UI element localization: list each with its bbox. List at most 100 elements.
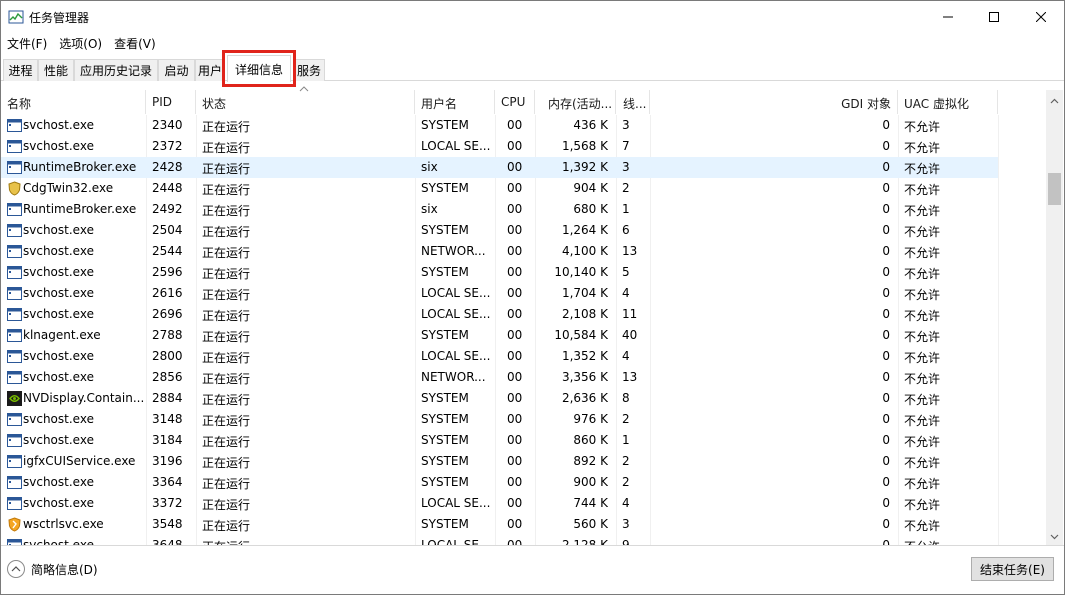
cell-cpu: 00 [507, 496, 523, 510]
table-row[interactable]: igfxCUIService.exe 3196 正在运行 SYSTEM 00 892 K 2… [1, 451, 998, 472]
cell-status: 正在运行 [202, 498, 251, 512]
minimize-button[interactable] [925, 1, 971, 33]
cell-user: SYSTEM [421, 454, 469, 468]
column-header-threads[interactable]: 线... [616, 90, 650, 114]
cell-user: six [421, 160, 438, 174]
tab-users[interactable]: 用户 [195, 59, 225, 81]
cell-uac: 不允许 [904, 120, 941, 134]
cell-uac: 不允许 [904, 288, 941, 302]
column-header-cpu[interactable]: CPU [495, 90, 535, 114]
table-row[interactable]: svchost.exe 2504 正在运行 SYSTEM 00 1,264 K 6 0 不允许 [1, 220, 998, 241]
table-row[interactable]: svchost.exe 2616 正在运行 LOCAL SE... 00 1,704 K 4… [1, 283, 998, 304]
table-row[interactable]: RuntimeBroker.exe 2492 正在运行 six 00 680 K 1 0 不允许 [1, 199, 998, 220]
column-header-gdi-objects[interactable]: GDI 对象 [650, 90, 898, 114]
cell-pid: 2616 [152, 286, 183, 300]
cell-uac: 不允许 [904, 456, 941, 470]
scrollbar-thumb[interactable] [1048, 173, 1061, 205]
cell-uac: 不允许 [904, 183, 941, 197]
cell-pid: 2544 [152, 244, 183, 258]
table-row[interactable]: RuntimeBroker.exe 2428 正在运行 six 00 1,392 K 3 0不… [1, 157, 998, 178]
cell-name: svchost.exe [23, 538, 94, 545]
cell-user: SYSTEM [421, 328, 469, 342]
service-window-icon [7, 223, 22, 238]
end-task-button[interactable]: 结束任务(E) [971, 557, 1054, 581]
cell-gdi: 0 [882, 496, 890, 510]
cell-pid: 2884 [152, 391, 183, 405]
cell-name: svchost.exe [23, 244, 94, 258]
cell-mem: 900 K [573, 475, 608, 489]
maximize-button[interactable] [971, 1, 1017, 33]
tab-startup[interactable]: 启动 [158, 59, 195, 81]
column-header-name[interactable]: 名称 [1, 90, 146, 114]
highlight-annotation-box [222, 50, 296, 87]
cell-gdi: 0 [882, 412, 890, 426]
table-row[interactable]: svchost.exe 3184 正在运行 SYSTEM 00 860 K 1 0 不允许 [1, 430, 998, 451]
table-row[interactable]: svchost.exe 3372 正在运行 LOCAL SE... 00 744 K 4 0不… [1, 493, 998, 514]
menu-options[interactable]: 选项(O) [53, 33, 108, 53]
cell-pid: 3548 [152, 517, 183, 531]
table-row[interactable]: svchost.exe 3648 正在运行 LOCAL SE... 00 2,128 K 9… [1, 535, 998, 545]
table-row[interactable]: svchost.exe 3148 正在运行 SYSTEM 00 976 K 2 0 不允许 [1, 409, 998, 430]
cell-mem: 1,352 K [561, 349, 608, 363]
column-header-status[interactable]: 状态 [196, 90, 415, 114]
cell-user: SYSTEM [421, 118, 469, 132]
tab-bar: 进程 性能 应用历史记录 启动 用户 详细信息 服务 [1, 54, 1064, 82]
table-row[interactable]: svchost.exe 2856 正在运行 NETWOR... 00 3,356 K 13 0… [1, 367, 998, 388]
scroll-down-button[interactable] [1046, 528, 1063, 545]
menu-view[interactable]: 查看(V) [108, 33, 162, 53]
cell-threads: 1 [622, 202, 630, 216]
cell-user: SYSTEM [421, 223, 469, 237]
close-button[interactable] [1018, 1, 1064, 33]
cell-threads: 11 [622, 307, 638, 321]
cell-gdi: 0 [882, 307, 890, 321]
table-row[interactable]: svchost.exe 2340 正在运行 SYSTEM 00 436 K 3 0 不允许 [1, 115, 998, 136]
table-row[interactable]: svchost.exe 2800 正在运行 LOCAL SE... 00 1,352 K 4… [1, 346, 998, 367]
cell-user: LOCAL SE... [421, 307, 491, 321]
table-row[interactable]: svchost.exe 2544 正在运行 NETWOR... 00 4,100 K 13 0… [1, 241, 998, 262]
cell-status: 正在运行 [202, 456, 251, 470]
cell-user: SYSTEM [421, 391, 469, 405]
tab-app-history[interactable]: 应用历史记录 [74, 59, 158, 81]
cell-gdi: 0 [882, 475, 890, 489]
column-header-pid[interactable]: PID [146, 90, 196, 114]
tab-services[interactable]: 服务 [293, 59, 325, 81]
tab-performance[interactable]: 性能 [38, 59, 74, 81]
cell-name: svchost.exe [23, 349, 94, 363]
cell-mem: 436 K [573, 118, 608, 132]
cell-uac: 不允许 [904, 393, 941, 407]
cell-pid: 2448 [152, 181, 183, 195]
cell-uac: 不允许 [904, 498, 941, 512]
cell-threads: 3 [622, 517, 630, 531]
vertical-scrollbar[interactable] [1046, 90, 1063, 545]
cell-status: 正在运行 [202, 267, 251, 281]
menu-file[interactable]: 文件(F) [1, 33, 53, 53]
column-header-uac-virtualization[interactable]: UAC 虚拟化 [898, 90, 998, 114]
cell-cpu: 00 [507, 370, 523, 384]
column-header-username[interactable]: 用户名 [415, 90, 495, 114]
cell-mem: 860 K [573, 433, 608, 447]
cell-pid: 3372 [152, 496, 183, 510]
fewer-details-toggle[interactable]: 简略信息(D) [7, 560, 98, 578]
column-header-memory[interactable]: 内存(活动... [535, 90, 616, 114]
scroll-up-button[interactable] [1046, 92, 1063, 109]
service-window-icon [7, 412, 22, 427]
cell-gdi: 0 [882, 265, 890, 279]
cell-status: 正在运行 [202, 519, 251, 533]
cell-user: LOCAL SE... [421, 139, 491, 153]
cell-threads: 4 [622, 349, 630, 363]
service-window-icon [7, 118, 22, 133]
nvidia-icon [7, 391, 22, 406]
cell-cpu: 00 [507, 391, 523, 405]
tab-processes[interactable]: 进程 [3, 59, 38, 81]
table-row[interactable]: svchost.exe 2596 正在运行 SYSTEM 00 10,140 K 5 0 不允许 [1, 262, 998, 283]
table-row[interactable]: CdgTwin32.exe 2448 正在运行 SYSTEM 00 904 K 2 0 不允许 [1, 178, 998, 199]
table-row[interactable]: svchost.exe 2696 正在运行 LOCAL SE... 00 2,108 K 1… [1, 304, 998, 325]
table-row[interactable]: wsctrlsvc.exe 3548 正在运行 SYSTEM 00 560 K 3 0 不允许 [1, 514, 998, 535]
table-row[interactable]: klnagent.exe 2788 正在运行 SYSTEM 00 10,584 K 40 0 不… [1, 325, 998, 346]
fewer-details-label: 简略信息(D) [31, 562, 98, 577]
table-row[interactable]: svchost.exe 2372 正在运行 LOCAL SE... 00 1,568 K 7… [1, 136, 998, 157]
table-row[interactable]: NVDisplay.Contain... 2884 正在运行 SYSTEM 00 2,63… [1, 388, 998, 409]
window-title: 任务管理器 [29, 11, 90, 25]
table-row[interactable]: svchost.exe 3364 正在运行 SYSTEM 00 900 K 2 0 不允许 [1, 472, 998, 493]
cell-user: SYSTEM [421, 181, 469, 195]
